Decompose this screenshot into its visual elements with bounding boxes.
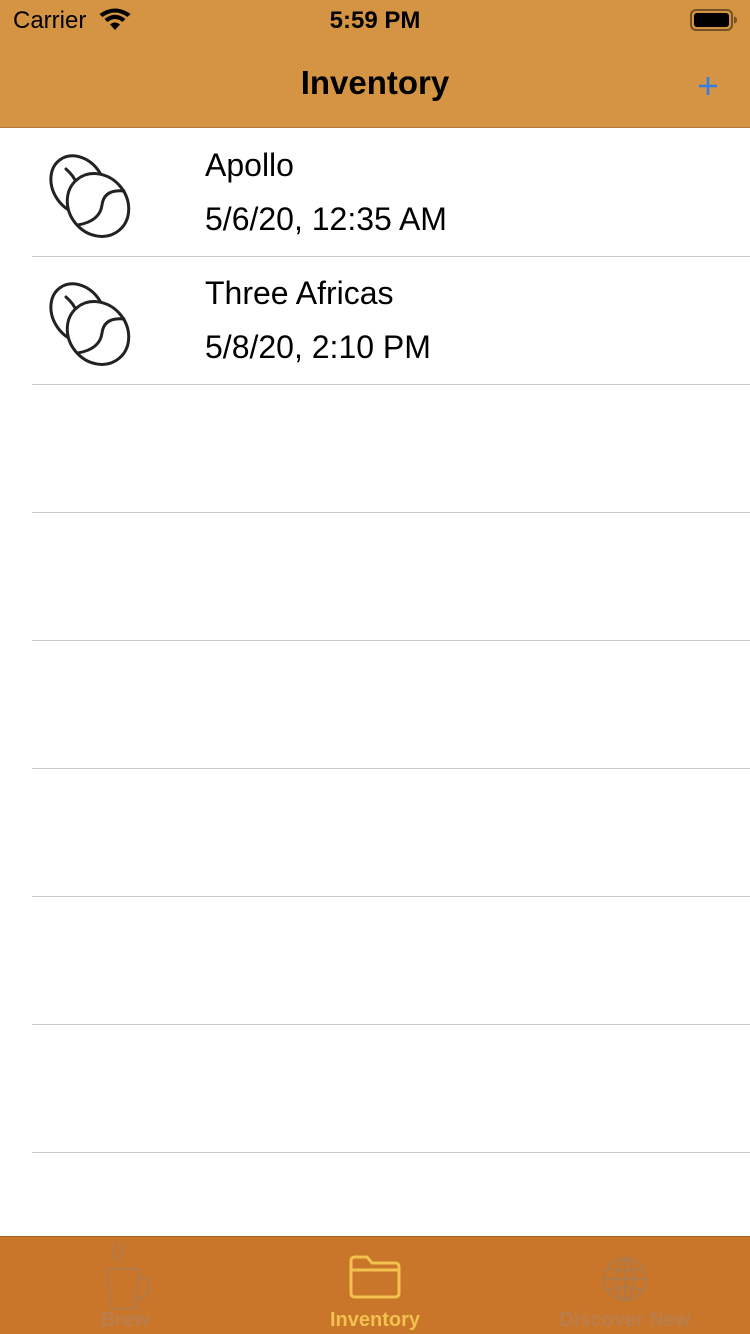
tab-discover-new[interactable]: Discover New xyxy=(500,1237,750,1334)
page-title: Inventory xyxy=(300,64,450,101)
tab-label: Brew xyxy=(100,1309,150,1331)
empty-row xyxy=(0,385,750,513)
coffee-bean-icon xyxy=(49,282,131,366)
battery-icon xyxy=(690,9,737,31)
tab-label: Inventory xyxy=(329,1309,421,1331)
empty-row xyxy=(0,897,750,1025)
coffee-cup-icon xyxy=(105,1241,151,1310)
empty-row xyxy=(0,513,750,641)
empty-row xyxy=(0,1025,750,1153)
tab-inventory[interactable]: Inventory xyxy=(250,1237,500,1334)
item-date: 5/6/20, 12:35 AM xyxy=(205,201,447,237)
tab-brew[interactable]: Brew xyxy=(0,1237,250,1334)
item-title: Apollo xyxy=(205,147,294,183)
status-time: 5:59 PM xyxy=(329,7,421,34)
list-item[interactable]: Three Africas 5/8/20, 2:10 PM xyxy=(0,257,750,385)
app-screen: Carrier 5:59 PM Inventory Apollo 5/6/20,… xyxy=(0,0,750,1334)
item-title: Three Africas xyxy=(205,275,394,311)
empty-row xyxy=(0,641,750,769)
tab-label: Discover New xyxy=(559,1309,691,1331)
item-date: 5/8/20, 2:10 PM xyxy=(205,329,431,365)
inventory-list: Apollo 5/6/20, 12:35 AM Three Africas 5/… xyxy=(0,129,750,1281)
tab-bar: Brew Inventory Discover New xyxy=(0,1236,750,1334)
list-item[interactable]: Apollo 5/6/20, 12:35 AM xyxy=(0,129,750,257)
plus-icon xyxy=(699,77,717,95)
empty-row xyxy=(0,769,750,897)
globe-icon xyxy=(603,1257,647,1301)
folder-icon xyxy=(349,1255,401,1299)
navigation-header: Carrier 5:59 PM Inventory xyxy=(0,0,750,128)
status-bar: Carrier 5:59 PM xyxy=(0,0,750,42)
coffee-bean-icon xyxy=(49,154,131,238)
add-button[interactable] xyxy=(688,68,728,104)
